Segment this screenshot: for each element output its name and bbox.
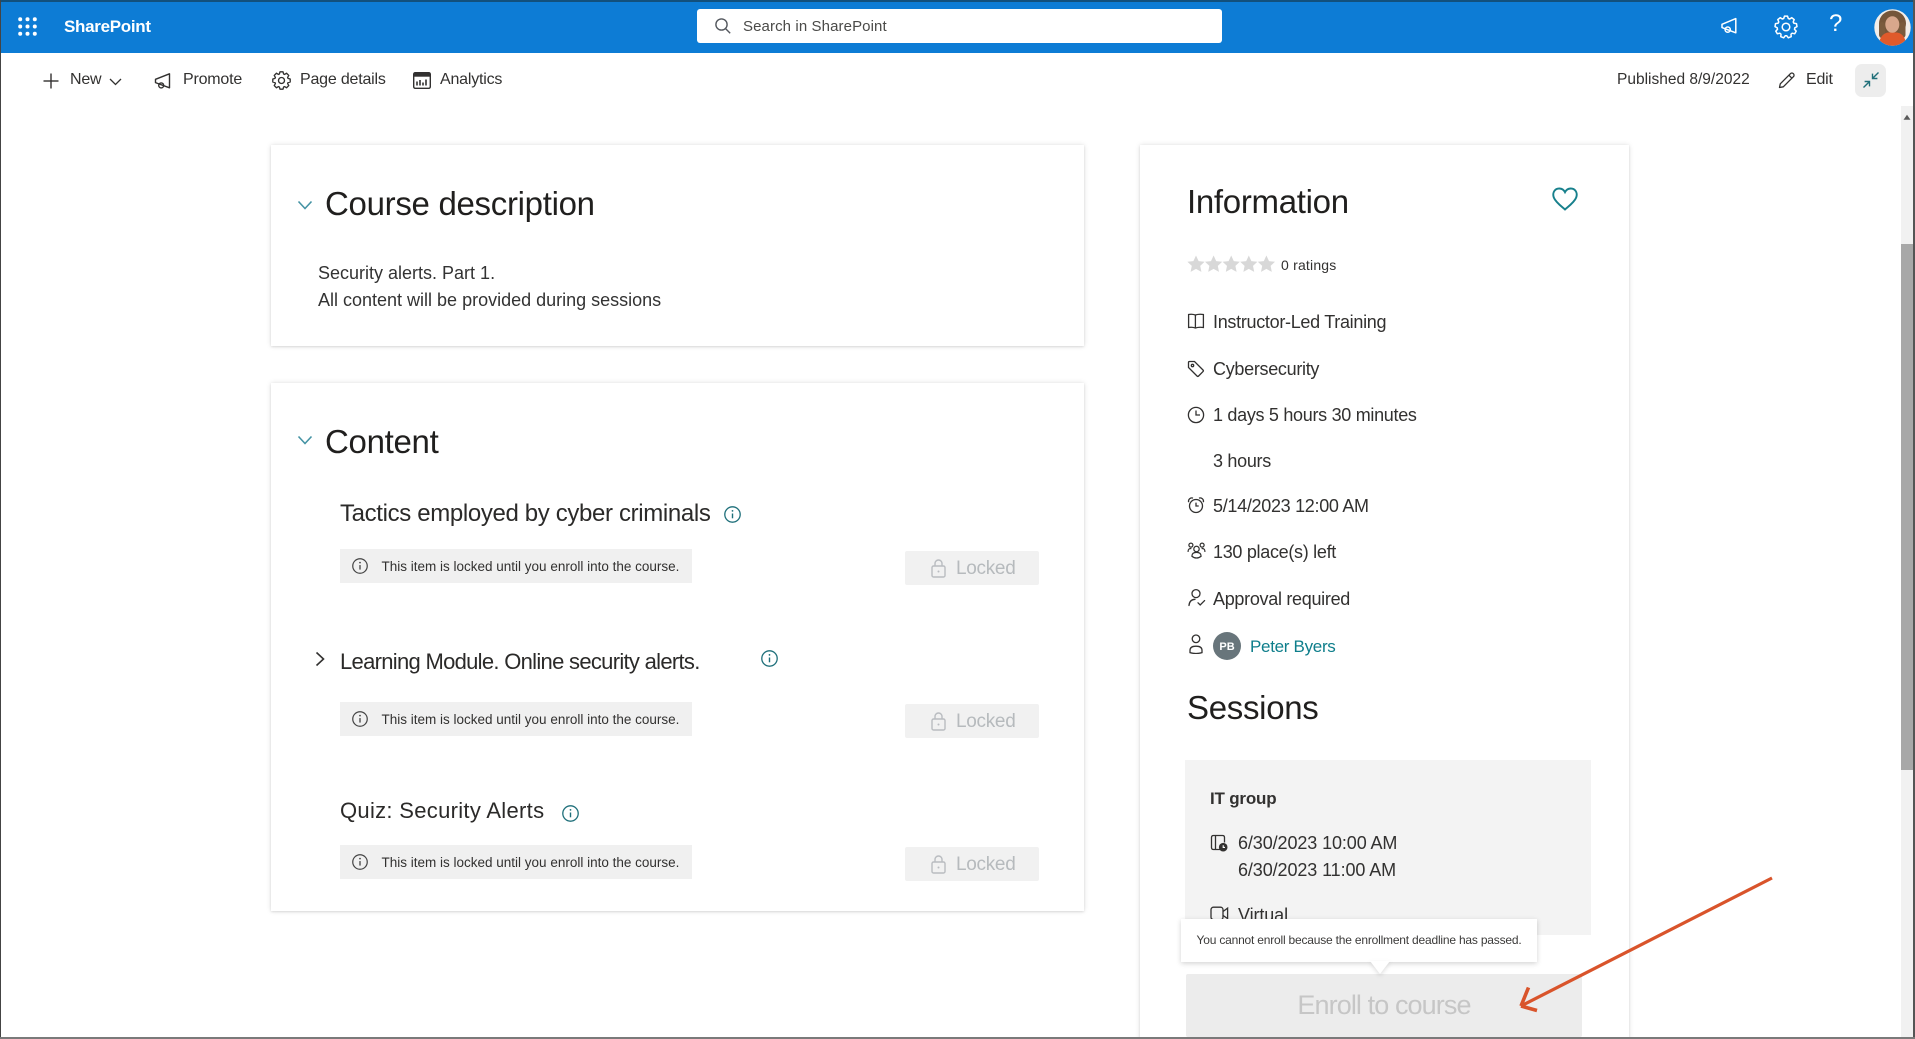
svg-text:PB: PB — [1219, 641, 1234, 653]
